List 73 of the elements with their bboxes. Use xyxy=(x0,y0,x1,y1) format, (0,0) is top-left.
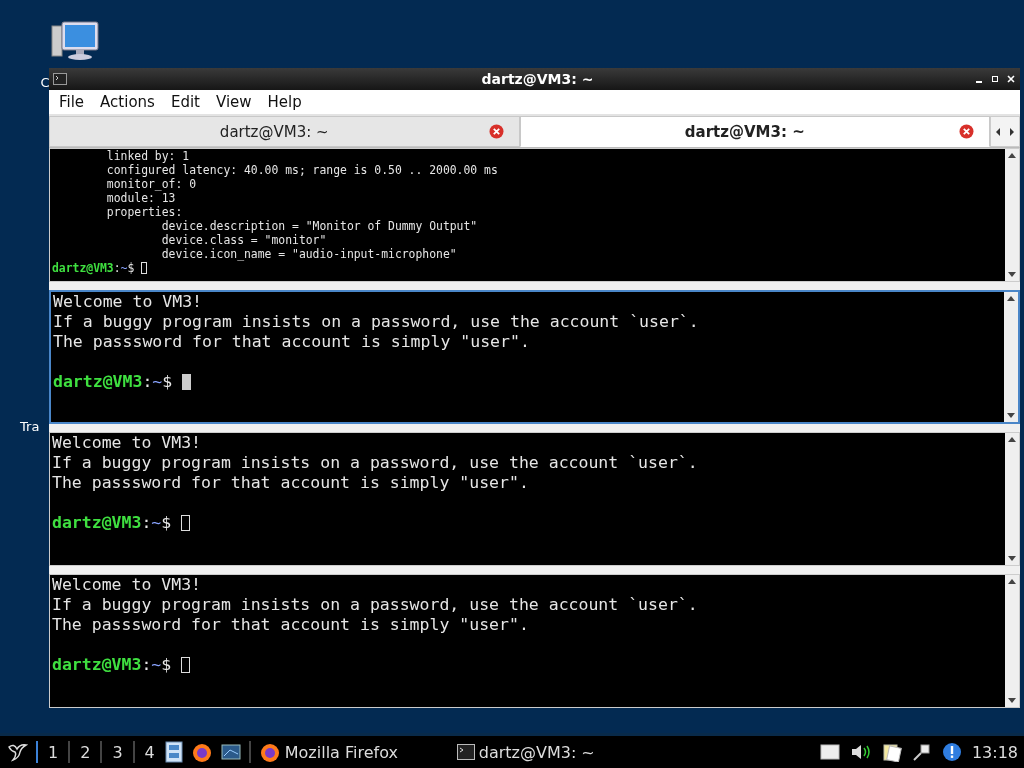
shell-prompt: dartz@VM3:~$ xyxy=(53,372,173,392)
terminal-line: device.description = "Monitor of Dummy Output" xyxy=(160,219,479,233)
scroll-up-icon[interactable] xyxy=(1007,295,1015,301)
maximize-icon[interactable] xyxy=(990,74,1000,84)
bird-logo-icon[interactable] xyxy=(6,741,28,763)
terminal-line: The passsword for that account is simply "user". xyxy=(52,473,530,493)
workspace-button[interactable]: 2 xyxy=(78,742,93,762)
workspace-button[interactable]: 1 xyxy=(46,742,61,762)
tab[interactable]: dartz@VM3: ~ xyxy=(519,116,990,147)
terminal-line: properties: xyxy=(105,205,184,219)
speaker-icon[interactable] xyxy=(849,742,872,762)
terminal-line: If a buggy program insists on a password, use the account `user`. xyxy=(52,453,699,473)
terminal-line: If a buggy program insists on a password, use the account `user`. xyxy=(52,595,699,615)
scrollbar[interactable] xyxy=(1004,292,1018,422)
scroll-down-icon[interactable] xyxy=(1007,413,1015,419)
terminal-line: Welcome to VM3! xyxy=(52,433,202,453)
terminal-pane[interactable] xyxy=(49,148,1020,282)
scrollbar[interactable] xyxy=(1005,433,1019,565)
scrollbar[interactable] xyxy=(1005,149,1019,281)
terminal-line: If a buggy program insists on a password, use the account `user`. xyxy=(53,312,700,332)
terminal-line: device.class = "monitor" xyxy=(160,233,328,247)
screen-icon[interactable] xyxy=(220,744,241,760)
scroll-down-icon[interactable] xyxy=(1008,556,1016,562)
scrollbar[interactable] xyxy=(1005,575,1019,707)
workspace-button[interactable]: 3 xyxy=(110,742,125,762)
taskbar-button[interactable]: Mozilla Firefox xyxy=(258,741,449,763)
text-cursor xyxy=(181,514,191,532)
scroll-up-icon[interactable] xyxy=(1008,578,1016,584)
file-cabinet-icon[interactable] xyxy=(164,741,183,763)
workspace-button[interactable]: 4 xyxy=(142,742,157,762)
close-icon[interactable] xyxy=(1006,74,1016,84)
terminal-line: monitor_of: 0 xyxy=(105,177,197,191)
terminal-line: device.icon_name = "audio-input-microphone" xyxy=(160,247,458,261)
text-cursor xyxy=(182,373,192,391)
notes-icon[interactable] xyxy=(881,742,902,762)
fox-globe-icon xyxy=(258,741,281,763)
window-title: dartz@VM3: ~ xyxy=(480,71,595,87)
terminal-pane[interactable]: Welcome to VM3! If a buggy program insists on a password, use the account `user`. The passsword for that account is simply "user". dartz@VM3:~$ xyxy=(49,290,1020,424)
terminal-line: linked by: 1 xyxy=(105,149,191,163)
computer-icon[interactable] xyxy=(50,20,100,62)
desktop-icon-label[interactable]: C xyxy=(40,75,50,90)
menu-item[interactable]: Edit xyxy=(162,93,208,111)
menu-item[interactable]: Actions xyxy=(92,93,163,111)
drive-icon[interactable] xyxy=(819,743,840,761)
terminal-line: Welcome to VM3! xyxy=(53,292,203,312)
terminal-line: The passsword for that account is simply "user". xyxy=(53,332,531,352)
terminal-line: configured latency: 40.00 ms; range is 0.50 .. 2000.00 ms xyxy=(105,163,499,177)
text-cursor xyxy=(141,262,148,274)
taskbar-button[interactable]: dartz@VM3: ~ xyxy=(456,742,647,762)
terminal-line: module: 13 xyxy=(105,191,177,205)
info-alert-icon[interactable] xyxy=(941,742,962,762)
terminal-pane[interactable]: Welcome to VM3! If a buggy program insists on a password, use the account `user`. The passsword for that account is simply "user". dartz@VM3:~$ xyxy=(49,432,1020,566)
shell-prompt: dartz@VM3:~$ xyxy=(52,513,172,533)
fox-globe-icon[interactable] xyxy=(190,741,213,763)
desktop-icon-label[interactable]: Tra xyxy=(20,419,40,434)
scroll-up-icon[interactable] xyxy=(1008,152,1016,158)
scroll-up-icon[interactable] xyxy=(1008,436,1016,442)
shell-prompt: dartz@VM3:~$ xyxy=(52,261,135,275)
menu-item[interactable]: View xyxy=(207,93,260,111)
shell-prompt: dartz@VM3:~$ xyxy=(52,655,172,675)
menu-item[interactable]: Help xyxy=(259,93,310,111)
clock[interactable]: 13:18 xyxy=(971,742,1018,762)
text-cursor xyxy=(181,656,191,674)
terminal-pane[interactable]: Welcome to VM3! If a buggy program insists on a password, use the account `user`. The passsword for that account is simply "user". dartz@VM3:~$ xyxy=(49,574,1020,708)
terminal-icon xyxy=(53,73,67,85)
network-plug-icon[interactable] xyxy=(911,742,932,762)
scroll-down-icon[interactable] xyxy=(1008,698,1016,704)
terminal-icon xyxy=(456,744,475,760)
scroll-down-icon[interactable] xyxy=(1008,272,1016,278)
terminal-line: Welcome to VM3! xyxy=(52,575,202,595)
tab[interactable]: dartz@VM3: ~ xyxy=(49,116,520,147)
menu-item[interactable]: File xyxy=(51,93,93,111)
terminal-line: The passsword for that account is simply "user". xyxy=(52,615,530,635)
